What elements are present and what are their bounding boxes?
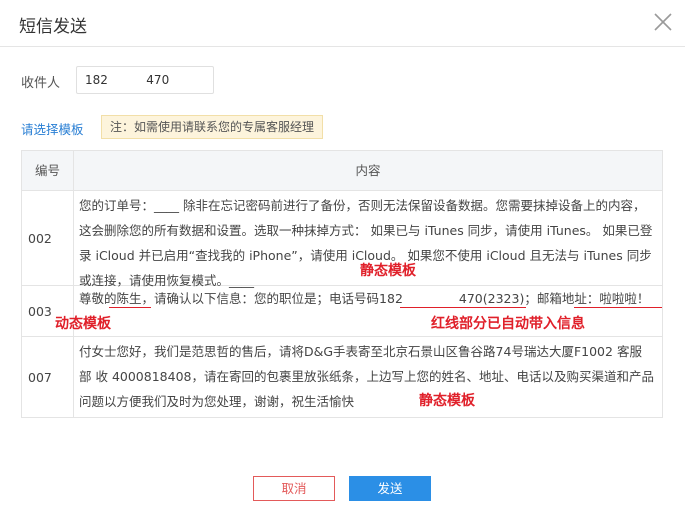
phone-underline (400, 307, 526, 308)
row-text: 付女士您好，我们是范思哲的售后，请将D&G手表寄至北京石景山区鲁谷路74号瑞达大… (79, 344, 654, 409)
table-row[interactable]: 007 付女士您好，我们是范思哲的售后，请将D&G手表寄至北京石景山区鲁谷路74… (22, 337, 662, 417)
recipient-input[interactable]: 182 470 (76, 66, 214, 94)
header-content: 内容 (355, 163, 381, 178)
table-row[interactable]: 003 尊敬的陈生，请确认以下信息：您的职位是；电话号码182 470(2323)… (22, 286, 662, 337)
row-content: 付女士您好，我们是范思哲的售后，请将D&G手表寄至北京石景山区鲁谷路74号瑞达大… (74, 337, 662, 416)
choose-template-link[interactable]: 请选择模板 (21, 119, 84, 138)
dialog-title: 短信发送 (19, 17, 87, 37)
template-notice: 注：如需使用请联系您的专属客服经理 (101, 115, 324, 139)
row-text: ；邮箱地址： (524, 291, 600, 306)
static-template-annotation: 静态模板 (419, 393, 475, 409)
row-text: ，请确认以下信息：您的职位是；电话号码 (141, 291, 380, 306)
static-template-annotation: 静态模板 (360, 263, 416, 279)
auto-filled-phone: 182 (379, 291, 403, 306)
name-underline (109, 307, 151, 308)
recipient-label: 收件人 (21, 76, 61, 91)
auto-filled-email: 啦啦啦！ (599, 291, 650, 306)
row-num: 002 (22, 191, 74, 285)
cancel-button[interactable]: 取消 (253, 476, 335, 501)
email-underline (574, 307, 662, 308)
sms-dialog: 短信发送 收件人 182 470 请选择模板 注：如需使用请联系您的专属客服经理… (0, 0, 685, 506)
auto-filled-name: 陈生 (116, 291, 142, 306)
row-content: 您的订单号：____ 除非在忘记密码前进行了备份，否则无法保留设备数据。您需要抹… (74, 191, 662, 295)
dialog-footer: 取消 发送 (0, 472, 685, 506)
close-icon[interactable] (651, 10, 675, 34)
auto-filled-phone-tail: 470(2323) (458, 291, 525, 306)
recipient-value: 182 470 (85, 73, 170, 87)
row-num: 007 (22, 337, 74, 417)
table-row[interactable]: 002 您的订单号：____ 除非在忘记密码前进行了备份，否则无法保留设备数据。… (22, 191, 662, 288)
row-content: 尊敬的陈生，请确认以下信息：您的职位是；电话号码182 470(2323)；邮箱地… (55, 286, 662, 332)
template-table: 编号 内容 002 您的订单号：____ 除非在忘记密码前进行了备份，否则无法保… (21, 150, 663, 418)
header-num: 编号 (22, 151, 74, 191)
auto-filled-annotation: 红线部分已自动带入信息 (431, 316, 585, 332)
table-header: 编号 内容 (22, 151, 662, 191)
row-text: 尊敬的 (79, 291, 117, 306)
send-button[interactable]: 发送 (349, 476, 431, 501)
dynamic-template-annotation: 动态模板 (55, 316, 111, 332)
dialog-header: 短信发送 (0, 0, 685, 47)
